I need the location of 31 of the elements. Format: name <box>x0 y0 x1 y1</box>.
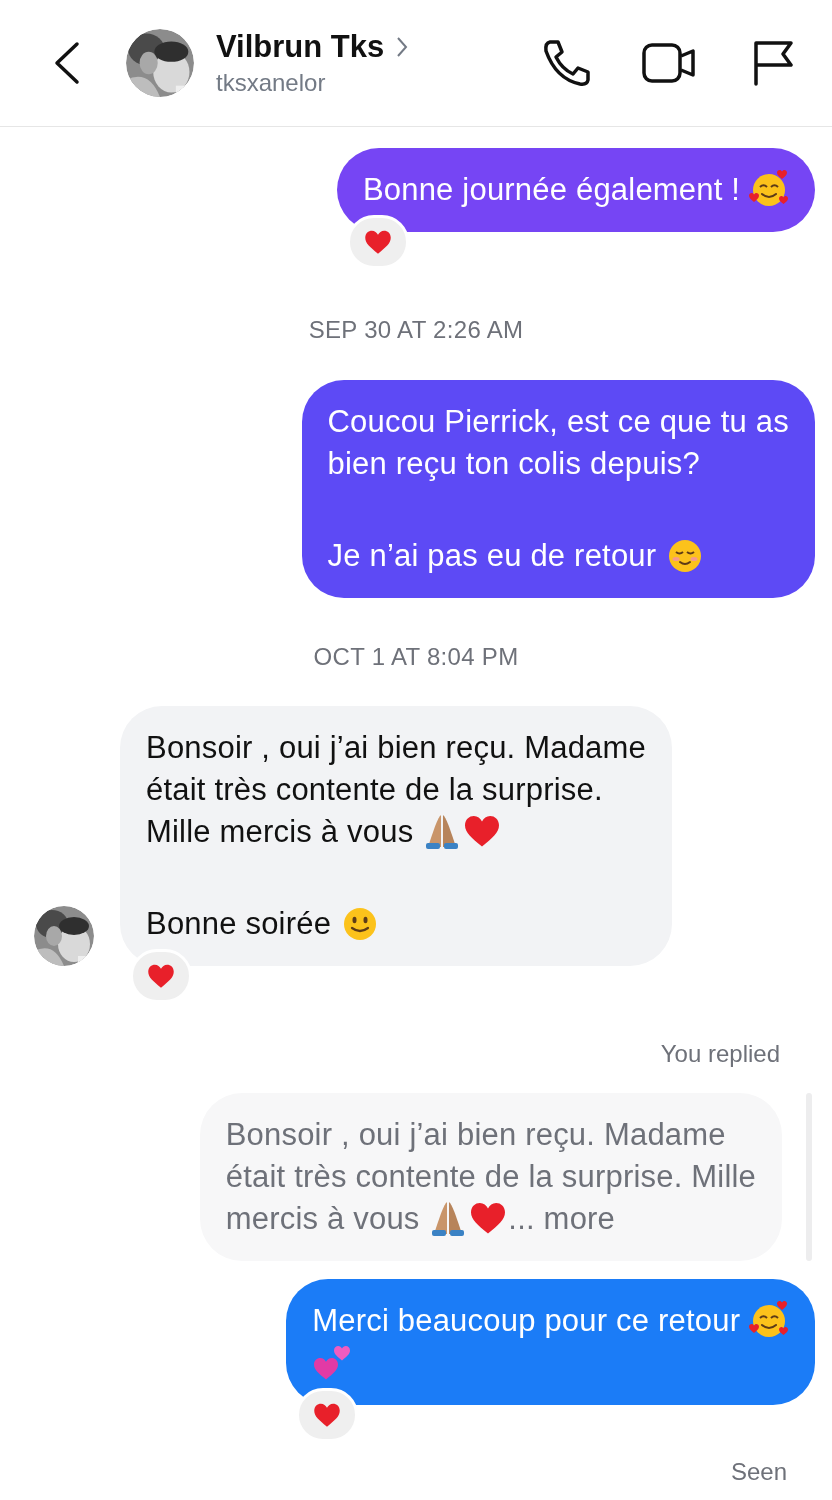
message-text: Mille mercis à vous <box>146 814 415 849</box>
message-text: Je n’ai pas eu de retour <box>327 538 658 573</box>
message-text: Merci beaucoup pour ce retour <box>312 1303 742 1338</box>
reply-label: You replied <box>660 1040 780 1067</box>
message-text: Bonne soirée <box>146 906 333 941</box>
message-text: ... more <box>508 1201 616 1236</box>
message-text: Bonsoir , oui j’ai bien reçu. Madame <box>225 1117 726 1152</box>
back-icon[interactable] <box>52 41 80 85</box>
smiling-face-with-hearts-icon <box>749 1300 789 1340</box>
message-text: était très contente de la surprise. <box>146 772 603 807</box>
contact-name[interactable]: Vilbrun Tks <box>216 29 385 65</box>
username: tksxanelor <box>216 69 327 97</box>
seen-status: Seen <box>730 1458 787 1485</box>
message-text: Bonsoir , oui j’ai bien reçu. Madame <box>146 730 646 765</box>
message-bubble[interactable]: Merci beaucoup pour ce retour <box>286 1279 815 1405</box>
message-bubble[interactable]: Coucou Pierrick, est ce que tu as bien reçu ton colis depuis? Je n’ai pas eu de retour <box>301 380 815 598</box>
quoted-message[interactable]: Bonsoir , oui j’ai bien reçu. Madame était très contente de la surprise. Mille mercis à vous ... more <box>199 1093 782 1261</box>
message-text: était très contente de la surprise. Mille <box>225 1159 756 1194</box>
message-bubble[interactable]: Bonsoir , oui j’ai bien reçu. Madame était très contente de la surprise. Mille mercis à vous Bonne soirée <box>120 706 672 966</box>
timestamp: OCT 1 AT 8:04 PM <box>313 643 519 670</box>
message-text: bien reçu ton colis depuis? <box>327 446 700 481</box>
phone-icon[interactable] <box>542 39 592 87</box>
smiling-face-with-hearts-icon <box>749 169 789 209</box>
message-text: Bonne journée également ! <box>362 172 742 207</box>
timestamp: SEP 30 AT 2:26 AM <box>308 316 524 343</box>
flag-icon[interactable] <box>752 40 794 86</box>
chevron-icon[interactable] <box>396 36 409 58</box>
message-bubble[interactable]: Bonne journée également ! <box>336 148 815 232</box>
message-text: mercis à vous <box>225 1201 421 1236</box>
video-call-icon[interactable] <box>642 41 696 85</box>
message-text: Coucou Pierrick, est ce que tu as <box>327 404 789 439</box>
